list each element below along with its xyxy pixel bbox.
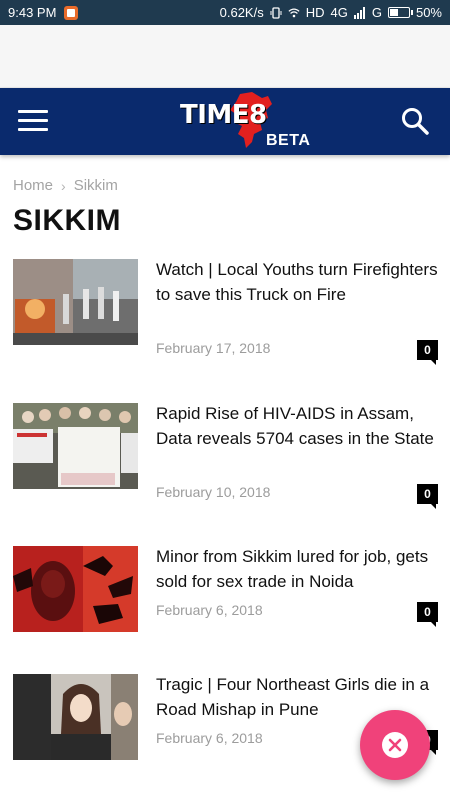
wifi-icon [288, 8, 300, 17]
comment-count-badge[interactable]: 0 [417, 602, 438, 627]
article-thumbnail[interactable] [13, 674, 138, 760]
battery-icon [387, 7, 413, 18]
hamburger-menu-icon[interactable] [18, 109, 48, 133]
network-4g-label: 4G [330, 5, 348, 20]
page-title: SIKKIM [13, 204, 121, 237]
article-item[interactable]: Rapid Rise of HIV-AIDS in Assam, Data re… [13, 401, 438, 509]
status-time: 9:43 PM [8, 5, 57, 20]
article-item[interactable]: Minor from Sikkim lured for job, gets so… [13, 546, 438, 646]
site-header: TIME8 BETA [0, 88, 450, 155]
close-ad-fab-button[interactable] [360, 710, 430, 780]
article-thumbnail[interactable] [13, 403, 138, 489]
comment-count-badge[interactable]: 0 [417, 484, 438, 509]
article-title[interactable]: Rapid Rise of HIV-AIDS in Assam, Data re… [156, 401, 438, 451]
ad-banner-area [0, 25, 450, 88]
logo-wordmark: TIME8 [180, 100, 267, 130]
breadcrumb-home-link[interactable]: Home [13, 177, 53, 194]
battery-percent: 50% [415, 5, 442, 20]
article-thumbnail[interactable] [13, 546, 138, 632]
breadcrumb-current[interactable]: Sikkim [74, 177, 118, 194]
article-thumbnail[interactable] [13, 259, 138, 345]
article-item[interactable]: Watch | Local Youths turn Firefighters t… [13, 257, 438, 365]
network-speed: 0.62K/s [219, 5, 264, 20]
close-icon [382, 732, 408, 758]
article-date: February 17, 2018 [156, 340, 271, 356]
breadcrumb-separator: › [61, 177, 66, 194]
network-hd-label: HD [305, 5, 325, 20]
search-icon[interactable] [400, 106, 430, 136]
article-title[interactable]: Minor from Sikkim lured for job, gets so… [156, 544, 438, 594]
status-bar: 9:43 PM 0.62K/s HD 4G G 50% [0, 0, 450, 25]
comment-count-badge[interactable]: 0 [417, 340, 438, 365]
article-date: February 6, 2018 [156, 730, 263, 746]
breadcrumb: Home › Sikkim [13, 177, 118, 194]
article-title[interactable]: Watch | Local Youths turn Firefighters t… [156, 257, 438, 307]
network-g-label: G [371, 5, 382, 20]
site-logo[interactable]: TIME8 BETA [178, 92, 318, 152]
logo-beta-badge: BETA [266, 132, 311, 149]
article-date: February 6, 2018 [156, 602, 263, 618]
article-date: February 10, 2018 [156, 484, 271, 500]
vibrate-icon [270, 6, 282, 19]
notification-icon [64, 5, 79, 20]
signal-icon [353, 6, 365, 19]
